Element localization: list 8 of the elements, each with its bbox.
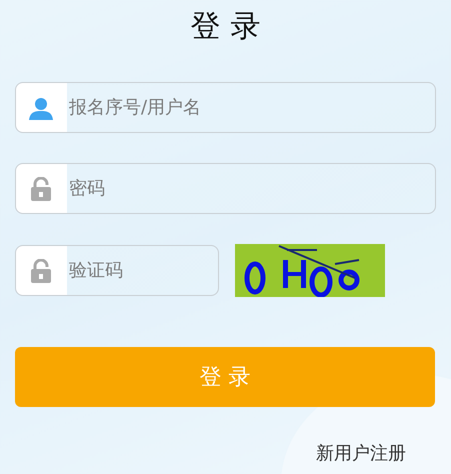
- register-link[interactable]: 新用户注册: [316, 441, 406, 465]
- user-icon: [29, 96, 53, 120]
- page-title: 登 录: [190, 8, 260, 46]
- lock-icon: [31, 176, 51, 200]
- lock-icon: [31, 258, 51, 282]
- captcha-field[interactable]: 验证码: [15, 245, 219, 296]
- password-field[interactable]: 密码: [15, 163, 436, 214]
- username-field[interactable]: 报名序号/用户名: [15, 82, 436, 133]
